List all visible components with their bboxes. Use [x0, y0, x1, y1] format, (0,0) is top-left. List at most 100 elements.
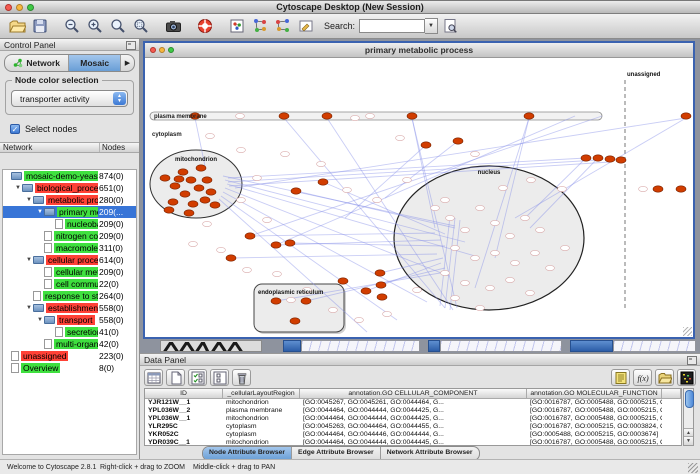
select-attributes-button[interactable] [188, 369, 207, 386]
app-resize-grip[interactable] [688, 463, 698, 473]
tree-row[interactable]: ▼transport558(0) [3, 314, 136, 326]
layout-network-alt-button[interactable] [272, 16, 294, 36]
node-color-dropdown[interactable]: transporter activity ▲▼ [11, 90, 128, 107]
zoom-in-button[interactable] [84, 16, 106, 36]
tab-network[interactable]: Network [5, 55, 69, 71]
background-window-fragment[interactable] [301, 340, 420, 352]
function-builder-button[interactable]: f(x) [633, 369, 652, 386]
scrollbar-thumb[interactable] [685, 390, 694, 408]
table-row[interactable]: YDR039C__1mitochondrion[GO:0044464, GO:0… [145, 439, 681, 446]
table-row[interactable]: YPL036W__2plasma membrane[GO:0044464, GO… [145, 407, 681, 415]
export-image-button[interactable] [162, 16, 184, 36]
background-window-fragment[interactable] [440, 340, 562, 352]
tree-row[interactable]: ▼primary metabol209(... [3, 206, 136, 218]
attribute-matrix-button[interactable] [677, 369, 696, 386]
window-close-button[interactable] [150, 47, 156, 53]
network-canvas[interactable]: plasma membrane cytoplasm mitochondrion … [145, 58, 693, 337]
column-header-network[interactable]: Network [0, 143, 100, 152]
tree-row[interactable]: ▼establishment of lo558(0) [3, 302, 136, 314]
control-panel-header[interactable]: Control Panel [0, 39, 139, 51]
scroll-down-button[interactable]: ▼ [684, 436, 693, 445]
data-panel-toolbar: f(x) [144, 368, 696, 387]
tab-overflow-arrow[interactable]: ▶ [120, 55, 134, 71]
tree-row[interactable]: ▼biological_process651(0) [3, 182, 136, 194]
background-window-fragment[interactable] [613, 340, 696, 352]
table-row[interactable]: YJR121W__1mitochondrion[GO:0045267, GO:0… [145, 399, 681, 407]
background-window-fragment[interactable] [160, 340, 262, 352]
tree-row[interactable]: multi-organism pro42(0) [3, 338, 136, 350]
tree-row[interactable]: response to stimulu264(0) [3, 290, 136, 302]
table-row[interactable]: YPL036W__1mitochondrion[GO:0044464, GO:0… [145, 415, 681, 423]
float-panel-icon[interactable] [126, 41, 136, 50]
column-header[interactable]: annotation.GO MOLECULAR_FUNCTION [527, 389, 662, 399]
table-cell: [GO:0016787, GO:0005488, GO:0005215, G..… [527, 415, 662, 423]
tree-row[interactable]: nitrogen compo209(0) [3, 230, 136, 242]
table-vertical-scrollbar[interactable]: ▲ ▼ [683, 388, 694, 446]
column-header[interactable]: ID [145, 389, 223, 399]
column-header-nodes[interactable]: Nodes [100, 143, 139, 152]
zoom-selected-button[interactable] [130, 16, 152, 36]
tree-node-label: nitrogen compo [54, 231, 98, 241]
control-panel-title: Control Panel [4, 40, 56, 50]
vizmapper-button[interactable] [226, 16, 248, 36]
tree-row[interactable]: Overview8(0) [3, 362, 136, 374]
data-panel-header[interactable]: Data Panel [140, 354, 700, 366]
select-nodes-checkbox[interactable]: ✓ [10, 124, 20, 134]
file-icon [55, 327, 63, 337]
tree-row[interactable]: secretion41(0) [3, 326, 136, 338]
tree-row[interactable]: macromolecule311(0) [3, 242, 136, 254]
window-minimize-button[interactable] [159, 47, 165, 53]
delete-attribute-button[interactable] [232, 369, 251, 386]
tree-node-count: 651(0) [98, 183, 136, 193]
window-zoom-button[interactable] [168, 47, 174, 53]
tab-mosaic[interactable]: Mosaic [69, 55, 120, 71]
browse-table-button[interactable] [144, 369, 163, 386]
unassigned-label: unassigned [627, 72, 661, 78]
unselect-attributes-button[interactable] [210, 369, 229, 386]
search-dropdown-arrow[interactable]: ▼ [425, 18, 438, 34]
import-attributes-button[interactable] [655, 369, 674, 386]
open-session-button[interactable] [6, 16, 28, 36]
zoom-fit-button[interactable] [107, 16, 129, 36]
tree-row[interactable]: ▼cellular process614(0) [3, 254, 136, 266]
zoom-out-button[interactable] [61, 16, 83, 36]
tree-expander-icon[interactable]: ▼ [25, 305, 33, 311]
status-zoom-hint: Right-click + drag to ZOOM [100, 464, 185, 471]
tree-row[interactable]: cellular metabo209(0) [3, 266, 136, 278]
help-lifering-button[interactable] [194, 16, 216, 36]
table-cell: YPL036W__1 [145, 415, 223, 423]
tree-row[interactable]: mosaic-demo-yeast874(0) [3, 170, 136, 182]
background-window-fragment[interactable] [283, 340, 301, 352]
table-row[interactable]: YLR295Ccytoplasm[GO:0045263, GO:0044464,… [145, 423, 681, 431]
table-cell: YKR052C [145, 431, 223, 439]
table-cell: YDR039C__1 [145, 439, 223, 446]
tree-expander-icon[interactable]: ▼ [25, 257, 33, 263]
background-window-fragment[interactable] [428, 340, 440, 352]
column-header[interactable]: _cellularLayoutRegion [223, 389, 300, 399]
tree-expander-icon[interactable]: ▼ [36, 317, 44, 323]
annotation-button[interactable] [295, 16, 317, 36]
search-input[interactable] [359, 19, 425, 33]
column-header[interactable]: annotation.GO CELLULAR_COMPONENT [300, 389, 527, 399]
search-options-button[interactable] [439, 16, 461, 36]
tree-row[interactable]: unassigned223(0) [3, 350, 136, 362]
tree-expander-icon[interactable]: ▼ [25, 197, 33, 203]
attribute-list-button[interactable] [611, 369, 630, 386]
file-icon [11, 363, 19, 373]
window-resize-grip[interactable] [683, 327, 692, 336]
tree-expander-icon[interactable]: ▼ [36, 209, 44, 215]
tree-expander-icon[interactable]: ▼ [14, 185, 22, 191]
tree-row[interactable]: cell communicat22(0) [3, 278, 136, 290]
app-title-bar[interactable]: Cytoscape Desktop (New Session) [0, 1, 700, 14]
network-window-titlebar[interactable]: primary metabolic process [145, 43, 693, 58]
background-window-fragment[interactable] [570, 340, 613, 352]
tree-node-label: metabolic process [46, 195, 98, 205]
tree-row[interactable]: nucleobase-209(0) [3, 218, 136, 230]
float-panel-icon[interactable] [687, 356, 697, 365]
create-attribute-button[interactable] [166, 369, 185, 386]
save-session-button[interactable] [29, 16, 51, 36]
layout-network-button[interactable] [249, 16, 271, 36]
network-view-window[interactable]: primary metabolic process plasma membran… [143, 41, 695, 339]
tree-row[interactable]: ▼metabolic process280(0) [3, 194, 136, 206]
table-row[interactable]: YKR052Ccytoplasm[GO:0044464, GO:0044446,… [145, 431, 681, 439]
